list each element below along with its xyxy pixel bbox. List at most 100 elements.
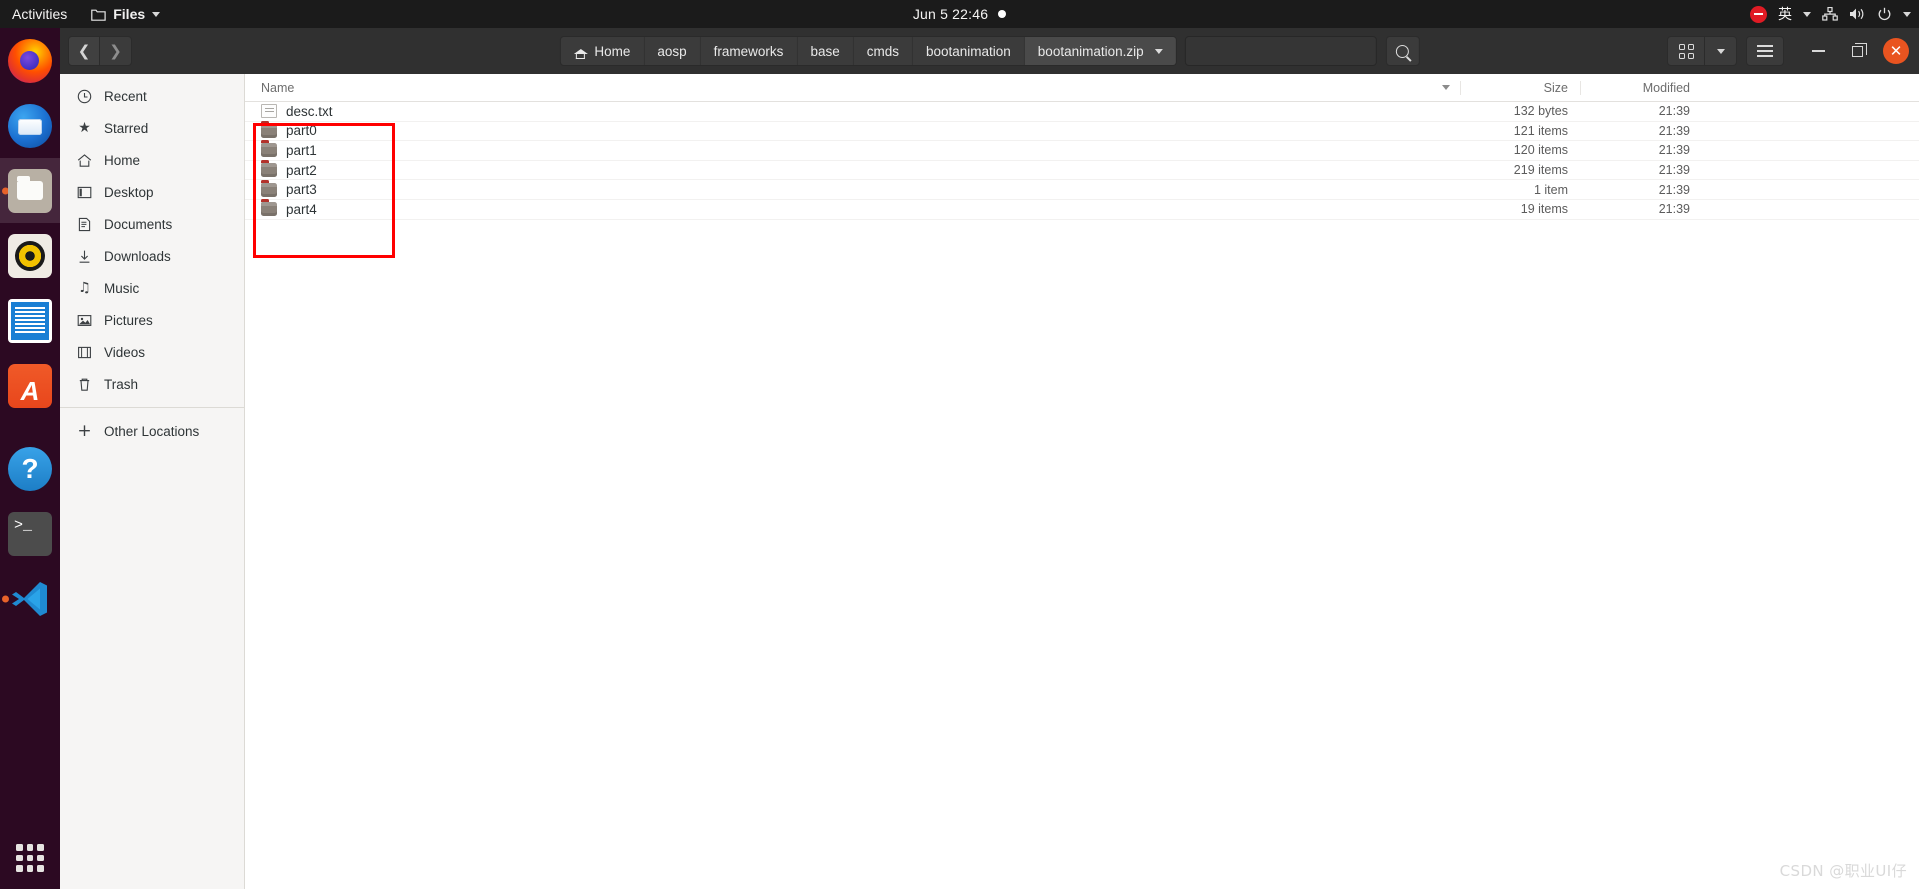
grid-view-icon [1678,43,1694,59]
vscode-icon [8,577,52,621]
maximize-button[interactable] [1842,36,1872,66]
sidebar-item-downloads[interactable]: Downloads [60,240,244,272]
app-menu-files[interactable]: Files [81,6,170,22]
dock-item-vscode[interactable] [0,566,60,631]
file-name-cell: part1 [245,140,1460,158]
table-row[interactable]: part0 121 items 21:39 [245,120,1919,142]
breadcrumb-label: bootanimation.zip [1037,43,1144,59]
sidebar-item-trash[interactable]: Trash [60,368,244,400]
hamburger-menu-icon [1757,45,1773,57]
dock-item-libreoffice-impress[interactable] [0,288,60,353]
pathbar: Home aosp frameworks base cmds bootanima… [559,36,1420,66]
sort-descending-icon[interactable] [1442,85,1450,90]
breadcrumb-item-bootanimation-zip[interactable]: bootanimation.zip [1024,37,1176,65]
dock-item-help[interactable]: ? [0,436,60,501]
help-icon: ? [8,446,52,491]
breadcrumb-item-cmds[interactable]: cmds [854,37,913,65]
firefox-icon [8,38,52,83]
pictures-icon [76,312,93,329]
downloads-icon [76,248,93,265]
file-rows: desc.txt 132 bytes 21:39 part0 121 items… [245,102,1919,220]
view-mode-group [1667,36,1737,66]
file-size-cell: 219 items [1513,163,1568,178]
minimize-button[interactable] [1803,36,1833,66]
column-header-name[interactable]: Name [245,81,1460,95]
dock-item-files[interactable] [0,158,60,223]
breadcrumb-label: base [810,43,840,59]
network-icon[interactable] [1822,7,1838,21]
folder-icon [261,160,277,178]
do-not-disturb-icon[interactable] [1750,5,1767,23]
show-applications-button[interactable] [0,827,60,889]
breadcrumb-item-frameworks[interactable]: frameworks [701,37,798,65]
breadcrumb-item-aosp[interactable]: aosp [644,37,701,65]
dock-item-firefox[interactable] [0,28,60,93]
app-grid-icon [16,844,44,872]
sidebar-item-documents[interactable]: Documents [60,208,244,240]
sidebar-item-home[interactable]: Home [60,144,244,176]
breadcrumb-label: aosp [657,43,687,59]
chevron-down-icon[interactable] [1154,48,1163,54]
file-size-cell: 132 bytes [1513,104,1568,119]
grid-view-button[interactable] [1667,36,1705,66]
thunderbird-icon [8,103,52,148]
main-menu-button[interactable] [1746,36,1784,66]
breadcrumb-label: bootanimation [925,43,1011,59]
file-size-cell: 121 items [1513,123,1568,138]
sidebar-item-desktop[interactable]: Desktop [60,176,244,208]
close-button[interactable]: ✕ [1881,36,1911,66]
file-size-cell: 19 items [1520,202,1568,217]
forward-button[interactable]: ❯ [100,36,132,66]
clock-label[interactable]: Jun 5 22:46 [913,6,988,22]
table-row[interactable]: desc.txt 132 bytes 21:39 [245,102,1919,122]
file-modified-cell: 21:39 [1658,163,1690,178]
dock-item-thunderbird[interactable] [0,93,60,158]
activities-button[interactable]: Activities [0,6,81,22]
breadcrumb-item-home[interactable]: Home [560,37,645,65]
table-row[interactable]: part4 19 items 21:39 [245,199,1919,220]
view-options-button[interactable] [1705,36,1737,66]
path-entry[interactable] [1184,36,1377,66]
star-icon: ★ [78,120,91,136]
file-name-label: desc.txt [286,103,333,119]
file-size-cell: 120 items [1513,143,1568,158]
gnome-top-bar: Activities Files Jun 5 22:46 英 [0,0,1919,28]
folder-icon [91,9,106,21]
file-name-label: part0 [286,123,317,139]
input-method-chevron-icon[interactable] [1803,11,1811,17]
dock-item-rhythmbox[interactable] [0,223,60,288]
sidebar-item-starred[interactable]: ★ Starred [60,112,244,144]
power-icon[interactable] [1877,7,1892,22]
sidebar-item-other-locations[interactable]: + Other Locations [60,415,244,447]
table-row[interactable]: part3 1 item 21:39 [245,179,1919,200]
sidebar-divider [60,407,244,408]
input-method-indicator[interactable]: 英 [1778,4,1792,24]
clock-area: Jun 5 22:46 [0,0,1919,28]
dock-item-terminal[interactable]: >_ [0,501,60,566]
system-menu-chevron-icon[interactable] [1903,11,1911,17]
column-header-modified[interactable]: Modified [1580,80,1700,95]
sidebar-item-pictures[interactable]: Pictures [60,304,244,336]
breadcrumb-item-bootanimation[interactable]: bootanimation [913,37,1025,65]
file-modified-cell: 21:39 [1658,182,1690,197]
sidebar-item-label: Videos [104,344,146,360]
maximize-icon [1851,42,1867,57]
volume-icon[interactable] [1849,7,1866,21]
table-row[interactable]: part2 219 items 21:39 [245,160,1919,181]
sidebar-item-label: Home [104,152,141,168]
file-name-label: part1 [286,142,317,158]
dock-item-ubuntu-software[interactable]: A [0,353,60,418]
sidebar-item-recent[interactable]: Recent [60,80,244,112]
trash-icon [76,376,93,393]
column-header-size[interactable]: Size [1460,80,1580,95]
file-modified-cell: 21:39 [1658,202,1690,217]
file-modified-cell: 21:39 [1658,143,1690,158]
sidebar-item-music[interactable]: ♫ Music [60,272,244,304]
breadcrumb-item-base[interactable]: base [797,37,854,65]
table-row[interactable]: part1 120 items 21:39 [245,140,1919,161]
sidebar-item-videos[interactable]: Videos [60,336,244,368]
search-icon [1396,44,1410,58]
back-button[interactable]: ❮ [68,36,100,66]
search-button[interactable] [1385,36,1420,66]
sidebar-item-label: Trash [104,376,139,392]
